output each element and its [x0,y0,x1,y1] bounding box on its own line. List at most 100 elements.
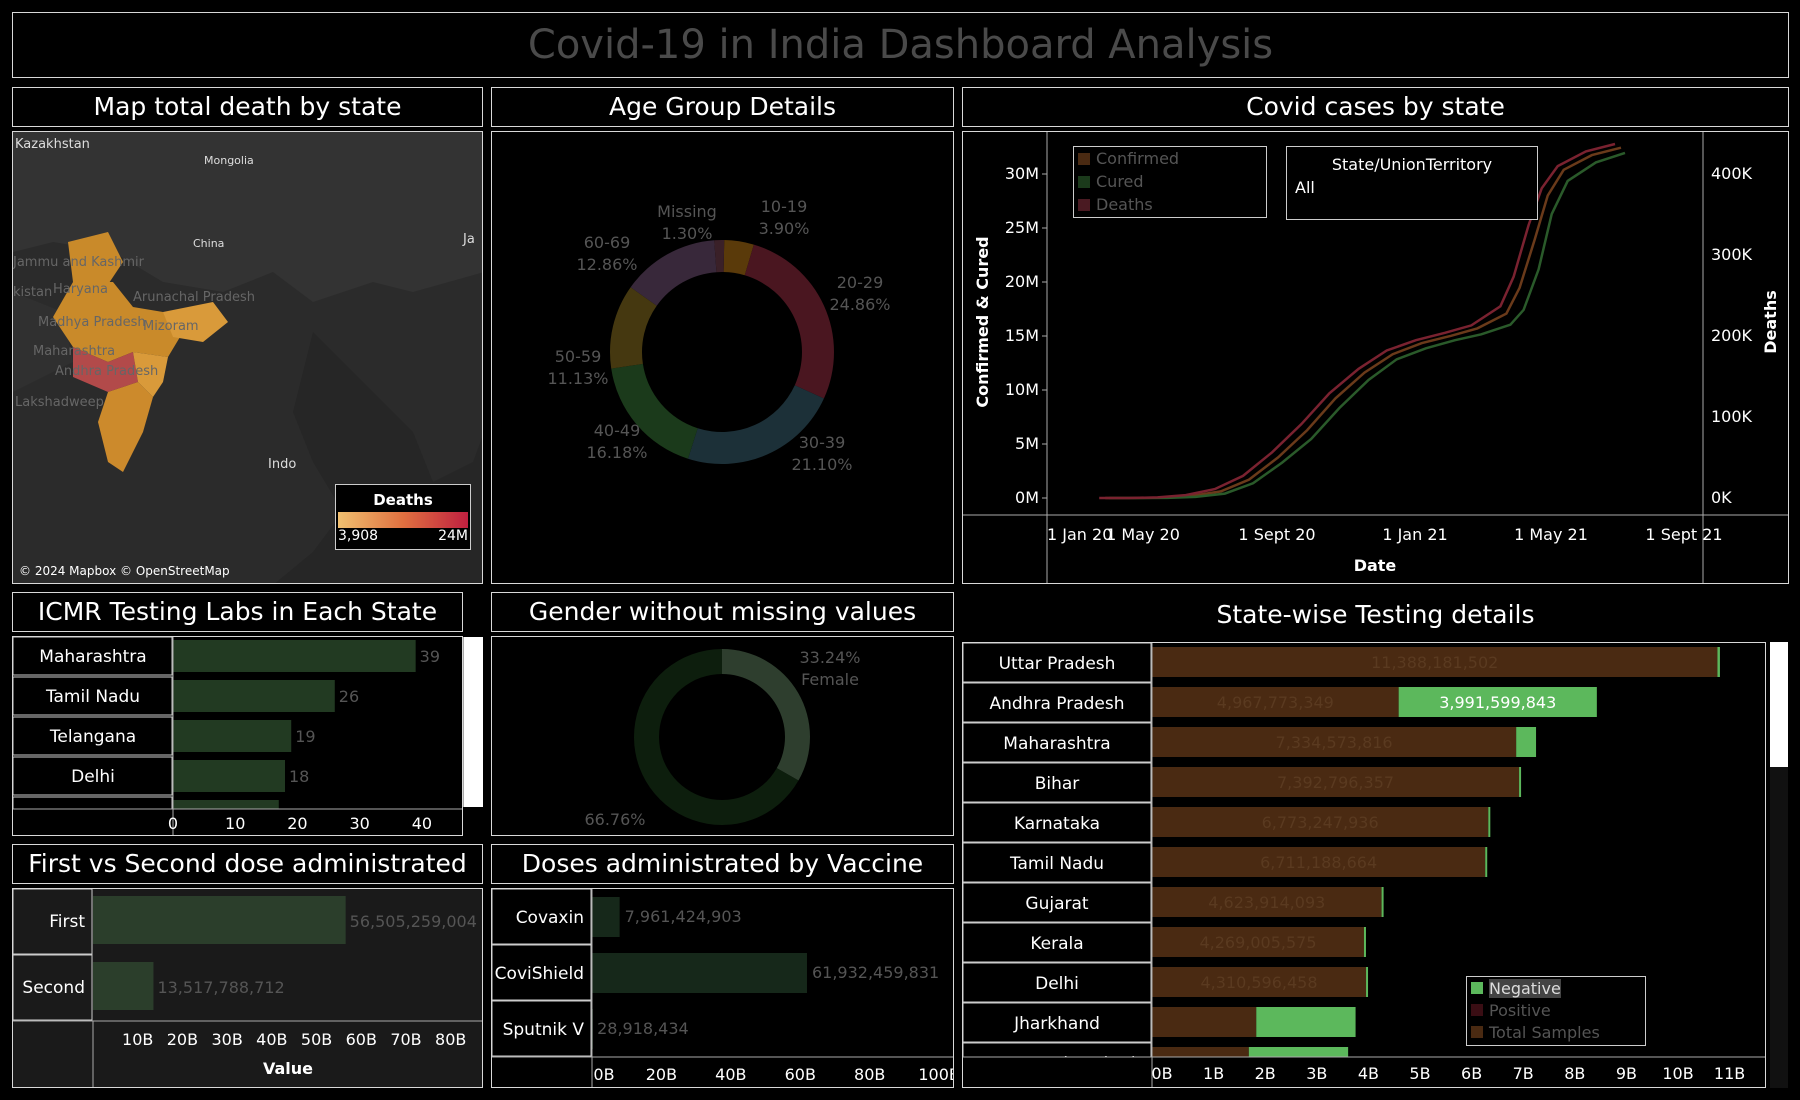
x-tick: 1 Jan 21 [1382,525,1447,544]
testing-negative-bar[interactable] [1519,767,1522,797]
labs-value-label: 39 [420,647,440,666]
cases-panel: 0M 5M 10M 15M 20M 25M 30M 0K 100K 200K 300K 400K 1 J… [962,131,1789,584]
labs-bar[interactable] [173,760,285,792]
doses-x-tick: 40B [256,1030,287,1049]
legend-swatch [1078,175,1090,188]
vaccine-x-tick: 100B [918,1065,953,1084]
testing-x-tick: 4B [1358,1064,1379,1083]
age-label: 30-39 [799,433,846,452]
vaccine-panel: Covaxin 7,961,424,903 CoviShield 61,932,459… [491,888,960,1088]
dashboard-title: Covid-19 in India Dashboard Analysis [12,12,1789,78]
legend-swatch [1078,198,1090,211]
testing-panel: Uttar Pradesh 11,388,181,502 Andhra Prades… [962,642,1766,1088]
gender-slice-Female[interactable] [722,649,810,781]
left-tick: 5M [1015,434,1039,453]
x-tick: 1 May 21 [1514,525,1588,544]
testing-negative-label: 3,991,599,843 [1439,693,1556,712]
legend-label: Total Samples [1489,1022,1600,1042]
map-title: Map total death by state [12,87,483,127]
testing-negative-bar[interactable] [1363,927,1366,957]
state-filter-title: State/UnionTerritory [1331,155,1493,174]
testing-total-label: 11,388,181,502 [1371,653,1498,672]
doses-panel: First 56,505,259,004 Second 13,517,788,712 1… [12,888,483,1088]
legend-max: 24M [438,528,468,544]
doses-category-label: First [49,912,85,932]
map-panel[interactable]: Kazakhstan Mongolia China Jammu and Kashmir… [12,131,483,584]
testing-total-bar[interactable] [1152,1007,1257,1037]
testing-category-label: Tamil Nadu [1009,854,1104,874]
deaths-color-ramp [338,512,468,528]
vaccine-value-label: 28,918,434 [597,1019,689,1038]
right-tick: 400K [1711,164,1753,183]
vaccine-category-label: Covaxin [516,908,584,928]
testing-negative-bar[interactable] [1256,1007,1356,1037]
testing-negative-bar[interactable] [1485,847,1488,877]
state-filter[interactable]: State/UnionTerritory All [1286,146,1538,220]
testing-scrollbar[interactable] [1770,642,1788,1088]
labs-scrollbar[interactable] [463,637,483,807]
labs-bar-chart[interactable]: Maharashtra 39 Tamil Nadu 26 Telangana 19 Delh… [12,636,462,836]
testing-legend-item[interactable]: Positive [1471,999,1645,1021]
testing-x-tick: 10B [1662,1064,1693,1083]
testing-scroll-thumb[interactable] [1770,642,1788,767]
testing-category-label: Jharkhand [1013,1014,1100,1034]
testing-x-tick: 3B [1306,1064,1327,1083]
labs-bar[interactable] [173,680,335,712]
labs-title: ICMR Testing Labs in Each State [12,592,463,632]
age-value-label: 11.13% [547,369,608,388]
doses-bar[interactable] [93,896,346,944]
testing-title: State-wise Testing details [1216,600,1535,629]
testing-total-label: 6,773,247,936 [1262,813,1379,832]
vaccine-bar[interactable] [592,953,807,993]
right-tick: 100K [1711,407,1753,426]
vaccine-x-tick: 20B [646,1065,677,1084]
vaccine-bar[interactable] [592,897,620,937]
gender-label: Female [801,670,859,689]
left-tick: 15M [1005,326,1039,345]
testing-x-tick: 11B [1714,1064,1745,1083]
gender-label: Male [596,832,634,835]
age-donut-chart[interactable]: 10-19 3.90% 20-29 24.86% 30-39 21.10% 40-49 16.… [492,132,953,583]
cases-legend-item[interactable]: Deaths [1078,193,1266,216]
doses-bar-chart[interactable]: First 56,505,259,004 Second 13,517,788,712 1… [12,888,482,1087]
testing-negative-bar[interactable] [1366,967,1369,997]
doses-value-label: 56,505,259,004 [350,912,477,931]
labs-x-tick: 40 [412,814,432,833]
age-panel: 10-19 3.90% 20-29 24.86% 30-39 21.10% 40-49 16.… [491,131,954,584]
cases-legend-item[interactable]: Confirmed [1078,147,1266,170]
testing-total-label: 4,310,596,458 [1200,973,1317,992]
right-tick: 0K [1711,488,1732,507]
testing-negative-bar[interactable] [1381,887,1384,917]
testing-negative-bar[interactable] [1488,807,1491,837]
labs-bar[interactable] [173,640,416,672]
cases-legend-item[interactable]: Cured [1078,170,1266,193]
testing-legend-item[interactable]: Total Samples [1471,1021,1645,1043]
legend-swatch [1471,982,1483,994]
labs-bar[interactable] [173,720,292,752]
age-slice-20-29[interactable] [744,244,834,399]
age-slice-60-69[interactable] [630,240,717,306]
testing-legend-item[interactable]: Negative [1471,977,1645,999]
testing-negative-bar[interactable] [1516,727,1537,757]
x-tick: 1 May 20 [1106,525,1180,544]
testing-category-label: Bihar [1035,774,1080,794]
vaccine-bar-chart[interactable]: Covaxin 7,961,424,903 CoviShield 61,932,459… [491,888,960,1087]
doses-x-tick: 80B [435,1030,466,1049]
age-title: Age Group Details [491,87,954,127]
doses-x-tick: 30B [211,1030,242,1049]
testing-x-tick: 8B [1564,1064,1585,1083]
state-filter-value[interactable]: All [1295,178,1537,197]
age-label: Missing [657,202,717,221]
age-slice-30-39[interactable] [687,385,824,464]
gender-donut-chart[interactable]: 33.24% Female 66.76% Male [492,637,953,851]
cases-legend: Confirmed Cured Deaths [1073,146,1267,218]
legend-swatch [1078,152,1090,165]
testing-total-label: 7,392,796,357 [1277,773,1394,792]
doses-bar[interactable] [93,962,154,1010]
age-label: 60-69 [584,233,631,252]
testing-category-label: Karnataka [1014,814,1100,834]
legend-min: 3,908 [338,528,379,544]
age-value-label: 12.86% [576,255,637,274]
testing-negative-bar[interactable] [1717,647,1720,677]
x-tick: 1 Jan 20 [1047,525,1112,544]
